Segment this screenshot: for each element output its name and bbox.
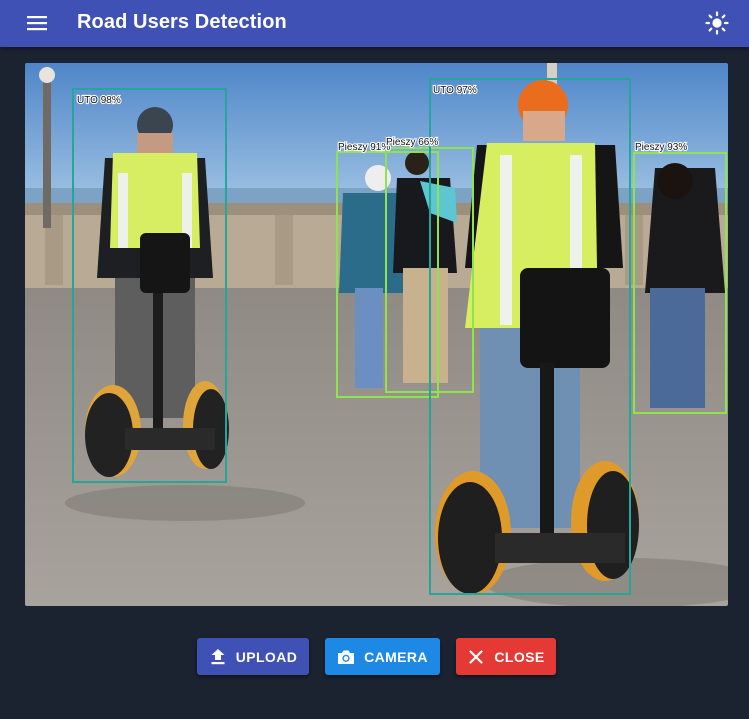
close-icon: [467, 648, 485, 666]
upload-icon: [209, 648, 227, 666]
upload-label: UPLOAD: [235, 648, 298, 665]
detection-image: UTO 98% Pieszy 91% Pieszy 66% UTO 97% Pi…: [25, 63, 728, 606]
camera-icon: [337, 648, 355, 666]
app-bar: Road Users Detection: [0, 0, 749, 47]
theme-toggle-button[interactable]: [703, 9, 731, 37]
detection-label: Pieszy 66%: [386, 137, 438, 148]
detection-label: UTO 97%: [433, 85, 477, 96]
action-bar: UPLOAD CAMERA CLOSE: [0, 638, 749, 675]
camera-button[interactable]: CAMERA: [325, 638, 440, 675]
close-label: CLOSE: [494, 648, 545, 665]
upload-button[interactable]: UPLOAD: [197, 638, 309, 675]
detection-label: Pieszy 93%: [635, 142, 687, 153]
camera-label: CAMERA: [364, 648, 428, 665]
detection-label: UTO 98%: [77, 95, 121, 106]
menu-icon: [27, 16, 47, 31]
detection-label: Pieszy 91%: [338, 142, 390, 153]
detection-photo: UTO 98% Pieszy 91% Pieszy 66% UTO 97% Pi…: [25, 63, 728, 606]
close-button[interactable]: CLOSE: [456, 638, 556, 675]
menu-button[interactable]: [20, 10, 54, 36]
sun-icon: [705, 11, 729, 35]
page-title: Road Users Detection: [77, 11, 287, 33]
